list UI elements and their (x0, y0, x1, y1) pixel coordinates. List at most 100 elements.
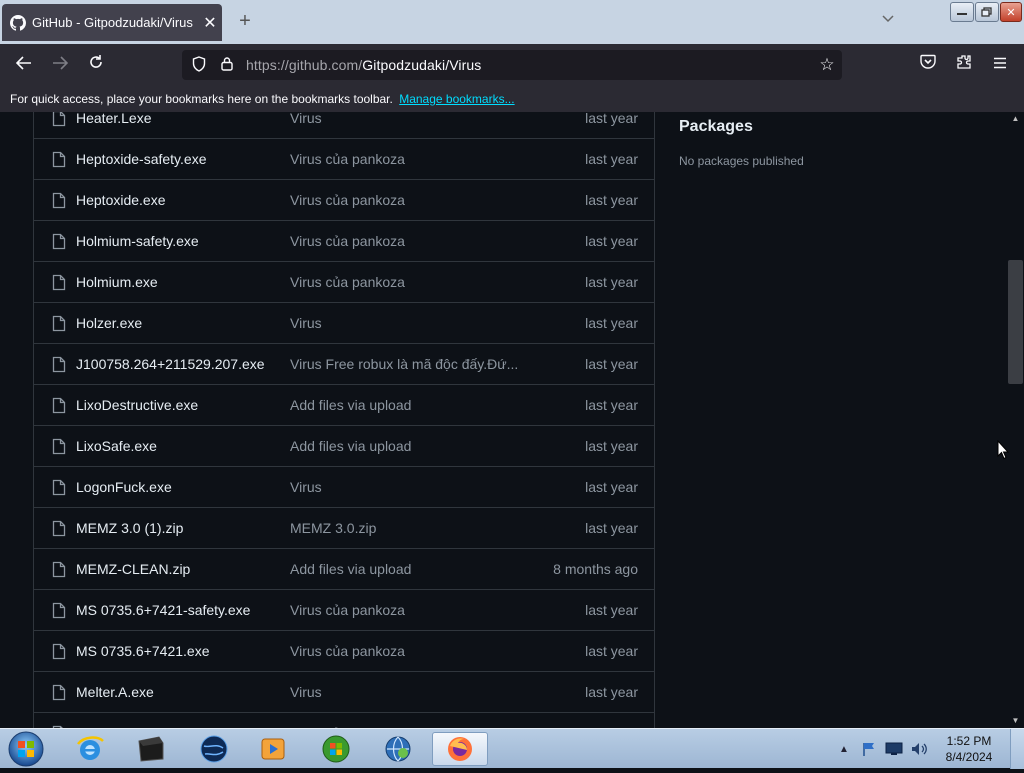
file-row[interactable]: Melter.A.exe Virus last year (34, 672, 654, 713)
page-scrollbar[interactable]: ▲ ▼ (1007, 112, 1024, 728)
extensions-icon[interactable] (952, 54, 976, 76)
terminal-taskbar-icon[interactable] (123, 732, 179, 766)
repo-sidebar: Packages No packages published (679, 118, 979, 168)
start-button[interactable] (6, 730, 46, 768)
file-name-link[interactable]: J100758.264+211529.207.exe (76, 356, 290, 372)
file-row[interactable]: MS 0735.6+7421.exe Virus của pankoza last … (34, 631, 654, 672)
list-all-tabs-chevron-icon[interactable] (878, 12, 898, 32)
commit-message-link[interactable]: Virus của pankoza (290, 233, 520, 249)
minimize-button[interactable] (950, 2, 974, 22)
network-monitor-icon[interactable] (883, 741, 905, 757)
file-icon (50, 478, 68, 496)
commit-message-link[interactable]: Virus (290, 479, 520, 495)
file-name-link[interactable]: MS 0735.6+7421.exe (76, 643, 290, 659)
scrollbar-thumb[interactable] (1008, 260, 1023, 384)
commit-message-link[interactable]: Add files via upload (290, 397, 520, 413)
back-button[interactable] (12, 54, 36, 76)
commit-date: last year (585, 602, 638, 618)
new-tab-button[interactable]: + (234, 10, 256, 32)
tab-github-virus[interactable]: GitHub - Gitpodzudaki/Virus ✕ (2, 4, 222, 41)
taskbar-clock[interactable]: 1:52 PM 8/4/2024 (934, 733, 1004, 765)
commit-message-link[interactable]: Virus (290, 315, 520, 331)
scroll-down-arrow-icon[interactable]: ▼ (1007, 714, 1024, 728)
globe-taskbar-icon[interactable] (186, 732, 242, 766)
windows-media-center-taskbar-icon[interactable] (308, 732, 364, 766)
file-row[interactable]: J100758.264+211529.207.exe Virus Free rob… (34, 344, 654, 385)
file-icon (50, 112, 68, 127)
file-name-link[interactable]: Heater.Lexe (76, 112, 290, 126)
packages-empty-text: No packages published (679, 154, 804, 168)
commit-message-link[interactable]: Virus của pankoza (290, 151, 520, 167)
file-name-link[interactable]: MEMZ 3.0 (1).zip (76, 520, 290, 536)
pocket-icon[interactable] (916, 54, 940, 76)
file-row[interactable]: LixoSafe.exe Add files via upload last yea… (34, 426, 654, 467)
commit-message-link[interactable]: Virus Free robux là mã độc đấy.Đứ... (290, 356, 520, 372)
commit-date: last year (585, 192, 638, 208)
commit-message-link[interactable]: Add files via upload (290, 561, 520, 577)
file-name-link[interactable]: Holmium-safety.exe (76, 233, 290, 249)
commit-message-link[interactable]: Virus của pankoza (290, 274, 520, 290)
file-name-link[interactable]: Heptoxide-safety.exe (76, 151, 290, 167)
reload-button[interactable] (84, 54, 108, 76)
action-center-flag-icon[interactable] (858, 741, 880, 757)
tab-title: GitHub - Gitpodzudaki/Virus (32, 15, 193, 30)
scroll-up-arrow-icon[interactable]: ▲ (1007, 112, 1024, 126)
forward-button[interactable] (48, 54, 72, 76)
commit-message-link[interactable]: Virus của pankoza (290, 602, 520, 618)
restore-button[interactable] (975, 2, 999, 22)
file-row[interactable]: Holmium-safety.exe Virus của pankoza last … (34, 221, 654, 262)
url-text[interactable]: https://github.com/Gitpodzudaki/Virus (246, 57, 812, 73)
commit-date: last year (585, 233, 638, 249)
file-name-link[interactable]: MS 0735.6+7421-safety.exe (76, 602, 290, 618)
file-row[interactable]: Mercury.B.exeVirus của pankozalast year (34, 713, 654, 728)
file-icon (50, 601, 68, 619)
file-name-link[interactable]: Holzer.exe (76, 315, 290, 331)
tracking-protection-shield-icon[interactable] (188, 55, 210, 75)
file-row[interactable]: MS 0735.6+7421-safety.exe Virus của panko… (34, 590, 654, 631)
volume-speaker-icon[interactable] (908, 741, 930, 757)
clock-time: 1:52 PM (946, 734, 992, 748)
packages-heading[interactable]: Packages (679, 118, 979, 136)
show-hidden-icons-arrow-icon[interactable]: ▲ (833, 741, 855, 757)
file-name-link[interactable]: LogonFuck.exe (76, 479, 290, 495)
file-name-link[interactable]: Heptoxide.exe (76, 192, 290, 208)
firefox-taskbar-icon[interactable] (432, 732, 488, 766)
file-name-link[interactable]: LixoSafe.exe (76, 438, 290, 454)
internet-explorer-taskbar-icon[interactable] (62, 732, 118, 766)
file-row[interactable]: MEMZ 3.0 (1).zip MEMZ 3.0.zip last year (34, 508, 654, 549)
file-icon (50, 683, 68, 701)
file-row[interactable]: Heptoxide.exe Virus của pankoza last year (34, 180, 654, 221)
file-icon (50, 355, 68, 373)
file-name-link[interactable]: Melter.A.exe (76, 684, 290, 700)
file-name-link[interactable]: MEMZ-CLEAN.zip (76, 561, 290, 577)
file-name-link[interactable]: LixoDestructive.exe (76, 397, 290, 413)
media-player-taskbar-icon[interactable] (245, 732, 301, 766)
file-row[interactable]: LogonFuck.exe Virus last year (34, 467, 654, 508)
commit-message-link[interactable]: Virus (290, 684, 520, 700)
close-window-button[interactable]: ✕ (1000, 2, 1022, 22)
commit-message-link[interactable]: Virus của pankoza (290, 192, 520, 208)
file-row[interactable]: MEMZ-CLEAN.zip Add files via upload 8 mont… (34, 549, 654, 590)
tab-close-icon[interactable]: ✕ (198, 13, 222, 33)
network-globe-taskbar-icon[interactable] (370, 732, 426, 766)
file-row[interactable]: Heptoxide-safety.exe Virus của pankoza las… (34, 139, 654, 180)
file-row[interactable]: Holzer.exe Virus last year (34, 303, 654, 344)
bookmark-star-icon[interactable]: ☆ (812, 55, 842, 75)
lock-icon[interactable] (216, 56, 238, 74)
manage-bookmarks-link[interactable]: Manage bookmarks... (399, 92, 514, 106)
file-icon (50, 396, 68, 414)
file-icon (50, 232, 68, 250)
commit-message-link[interactable]: Virus (290, 112, 520, 126)
file-name-link[interactable]: Holmium.exe (76, 274, 290, 290)
commit-message-link[interactable]: Virus của pankoza (290, 643, 520, 659)
file-row[interactable]: LixoDestructive.exe Add files via upload l… (34, 385, 654, 426)
commit-message-link[interactable]: MEMZ 3.0.zip (290, 520, 520, 536)
file-row[interactable]: Heater.Lexe Virus last year (34, 112, 654, 139)
github-icon (10, 14, 26, 31)
show-desktop-button[interactable] (1010, 729, 1024, 769)
file-row[interactable]: Holmium.exe Virus của pankoza last year (34, 262, 654, 303)
url-bar[interactable]: https://github.com/Gitpodzudaki/Virus ☆ (182, 50, 842, 80)
commit-message-link[interactable]: Add files via upload (290, 438, 520, 454)
url-host: https://github.com/ (246, 57, 363, 73)
menu-hamburger-icon[interactable] (988, 54, 1012, 76)
